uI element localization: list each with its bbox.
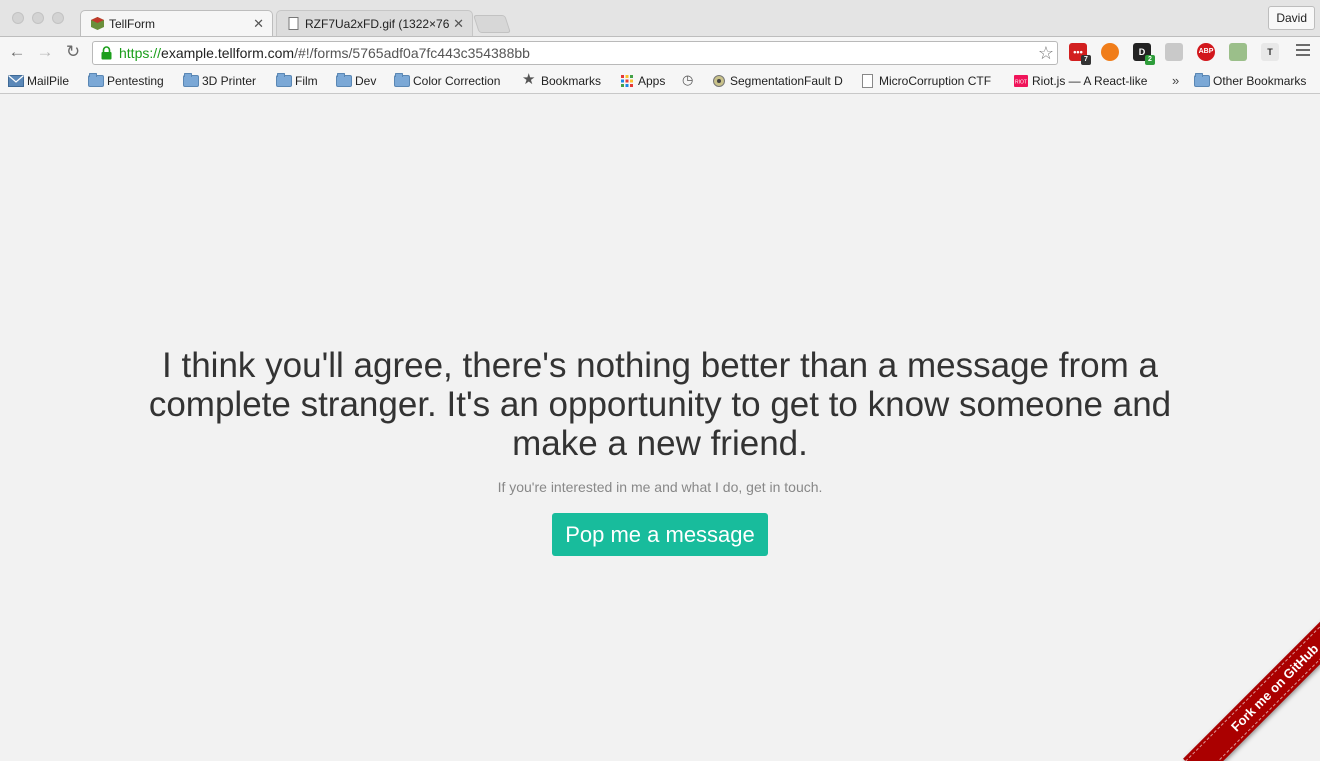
- bookmark-bookmarks[interactable]: ★ Bookmarks: [520, 72, 610, 90]
- lock-icon: [101, 46, 112, 60]
- bookmark-label: MailPile: [27, 74, 70, 88]
- browser-toolbar: ← → ↻ https://example.tellform.com/#!/fo…: [0, 36, 1320, 68]
- close-tab-icon[interactable]: ✕: [453, 11, 464, 36]
- riot-icon: RIOT: [1014, 75, 1028, 87]
- folder-icon: [183, 73, 199, 87]
- fork-ribbon-label[interactable]: Fork me on GitHub: [1185, 611, 1320, 761]
- tampermonkey-icon[interactable]: T: [1261, 43, 1279, 61]
- bookmark-folder-film[interactable]: Film: [274, 72, 326, 90]
- bookmark-folder-color-correction[interactable]: Color Correction: [392, 72, 514, 90]
- lastpass-icon[interactable]: ••• 7: [1069, 43, 1091, 65]
- tab-strip: TellForm ✕ RZF7Ua2xFD.gif (1322×76 ✕ Dav…: [0, 0, 1320, 36]
- folder-icon: [88, 73, 104, 87]
- bookmarks-bar: MailPile Pentesting 3D Printer Film Dev …: [0, 68, 1320, 94]
- history-icon: ◷: [682, 72, 694, 87]
- page-icon: [862, 74, 873, 88]
- bookmark-label: Apps: [638, 74, 666, 88]
- url-host: example.tellform.com: [161, 45, 295, 61]
- back-arrow-icon[interactable]: ←: [6, 41, 28, 63]
- bookmark-label: Bookmarks: [541, 74, 602, 88]
- bookmark-label: MicroCorruption CTF: [879, 74, 992, 88]
- hola-icon[interactable]: [1101, 43, 1119, 61]
- url-text: https://example.tellform.com/#!/forms/57…: [119, 42, 530, 64]
- address-bar[interactable]: https://example.tellform.com/#!/forms/57…: [92, 41, 1058, 65]
- bookmarks-overflow-chevron[interactable]: »: [1172, 72, 1179, 90]
- svg-text:RIOT: RIOT: [1015, 80, 1027, 86]
- url-scheme: https://: [119, 45, 162, 61]
- folder-icon: [276, 73, 292, 87]
- bookmark-riotjs[interactable]: RIOT Riot.js — A React-like: [1011, 72, 1151, 90]
- bookmark-label: Color Correction: [413, 74, 501, 88]
- bookmark-label: Pentesting: [107, 74, 164, 88]
- bookmark-apps[interactable]: Apps: [617, 72, 673, 90]
- page-icon: [288, 17, 299, 30]
- bookmark-segmentationfault[interactable]: SegmentationFault D: [709, 72, 847, 90]
- forward-arrow-icon[interactable]: →: [34, 41, 56, 63]
- extension-badge: 7: [1081, 55, 1091, 65]
- bookmark-label: Other Bookmarks: [1213, 74, 1307, 88]
- fork-ribbon[interactable]: Fork me on GitHub: [1170, 611, 1320, 761]
- zoom-window-button[interactable]: [52, 12, 64, 24]
- profile-button[interactable]: David: [1268, 6, 1315, 30]
- minimize-window-button[interactable]: [32, 12, 44, 24]
- tab-title: RZF7Ua2xFD.gif (1322×76: [305, 17, 450, 31]
- page-subtext: If you're interested in me and what I do…: [497, 479, 823, 495]
- bookmark-label: Dev: [355, 74, 377, 88]
- bookmark-folder-dev[interactable]: Dev: [334, 72, 384, 90]
- extension-badge: 2: [1145, 55, 1155, 65]
- apps-grid-icon: [621, 75, 633, 87]
- bookmark-other-bookmarks[interactable]: Other Bookmarks: [1192, 72, 1316, 90]
- pop-message-button[interactable]: Pop me a message: [552, 513, 768, 556]
- bookmark-label: Riot.js — A React-like: [1032, 74, 1148, 88]
- bookmark-star-icon[interactable]: ☆: [1038, 42, 1054, 64]
- mail-icon: [8, 75, 24, 87]
- pocket-icon[interactable]: [1165, 43, 1183, 61]
- bookmark-label: SegmentationFault D: [730, 74, 843, 88]
- bookmark-label: 3D Printer: [202, 74, 257, 88]
- tellform-favicon-icon: [91, 17, 104, 30]
- bookmark-folder-pentesting[interactable]: Pentesting: [86, 72, 172, 90]
- close-window-button[interactable]: [12, 12, 24, 24]
- tab-tellform[interactable]: TellForm ✕: [80, 10, 273, 36]
- bookmark-history[interactable]: ◷: [680, 72, 702, 90]
- clipper-icon[interactable]: [1229, 43, 1247, 61]
- site-icon: [713, 75, 725, 87]
- reload-icon[interactable]: ↻: [62, 41, 84, 63]
- close-tab-icon[interactable]: ✕: [253, 11, 264, 36]
- page-headline: I think you'll agree, there's nothing be…: [148, 346, 1172, 463]
- folder-icon: [1194, 73, 1210, 87]
- d-extension-icon[interactable]: D2: [1133, 43, 1155, 65]
- bookmark-label: Film: [295, 74, 318, 88]
- page-viewport: I think you'll agree, there's nothing be…: [0, 95, 1320, 761]
- adblock-plus-icon[interactable]: ABP: [1197, 43, 1215, 61]
- bookmark-mailpile[interactable]: MailPile: [6, 72, 78, 90]
- bookmark-microcorruption[interactable]: MicroCorruption CTF: [858, 72, 1000, 90]
- star-icon: ★: [522, 72, 536, 88]
- new-tab-button[interactable]: [473, 15, 511, 33]
- url-path: /#!/forms/5765adf0a7fc443c354388bb: [294, 45, 530, 61]
- tab-gif[interactable]: RZF7Ua2xFD.gif (1322×76 ✕: [276, 10, 473, 36]
- tab-title: TellForm: [109, 17, 156, 31]
- chrome-menu-icon[interactable]: [1296, 44, 1310, 58]
- folder-icon: [394, 73, 410, 87]
- bookmark-folder-3d-printer[interactable]: 3D Printer: [181, 72, 265, 90]
- folder-icon: [336, 73, 352, 87]
- fork-ribbon-band[interactable]: Fork me on GitHub: [1183, 611, 1320, 761]
